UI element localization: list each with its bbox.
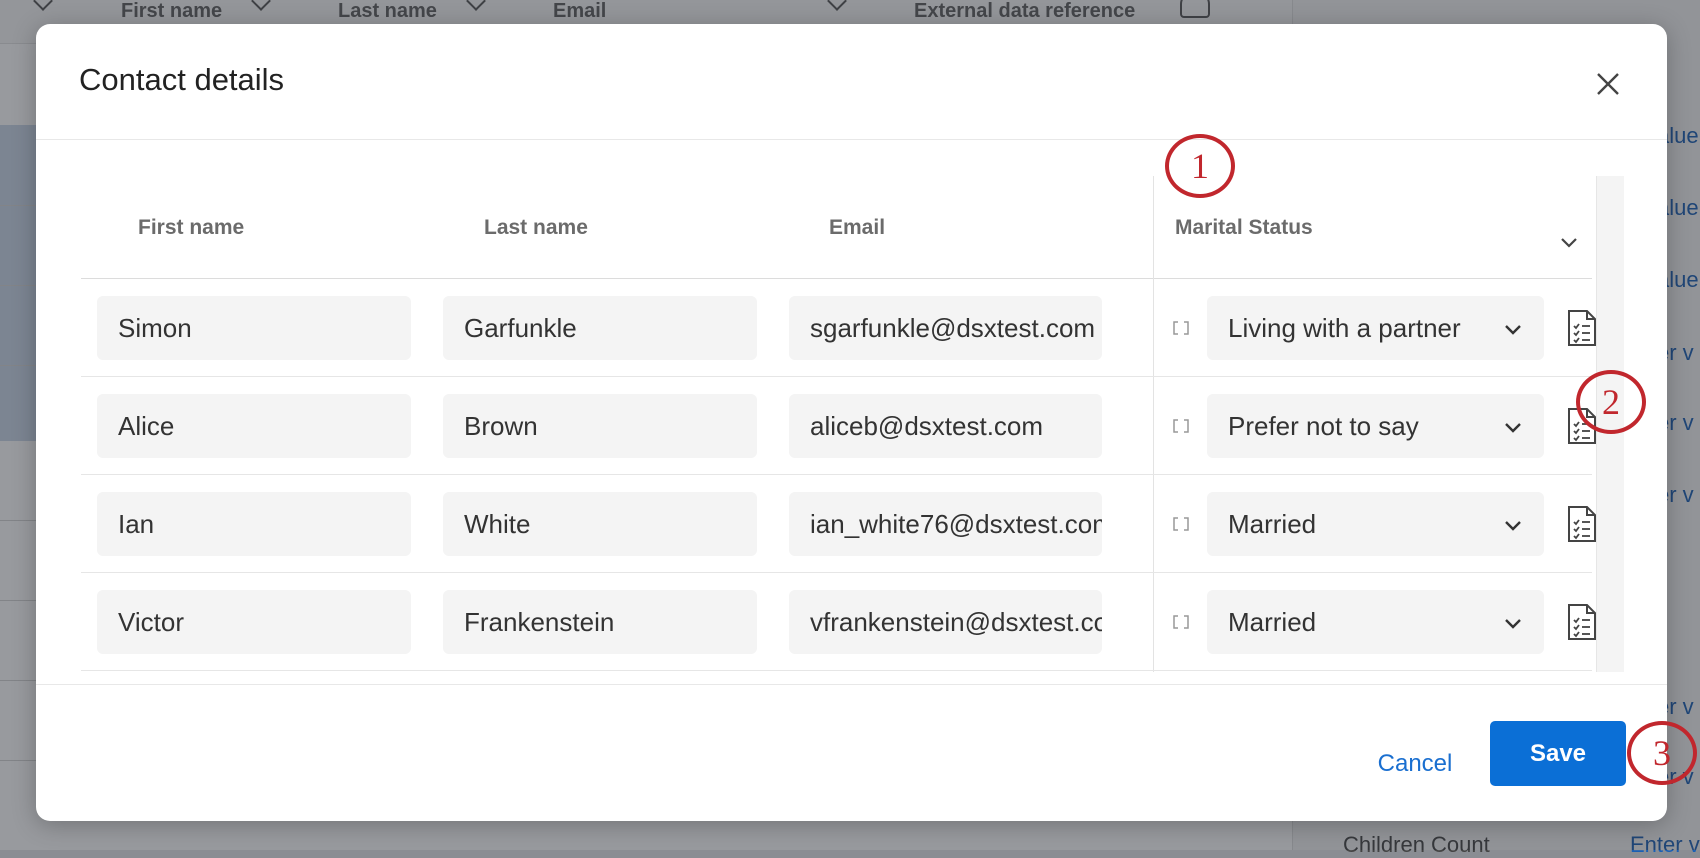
close-icon <box>1597 73 1619 95</box>
selected-value: Living with a partner <box>1228 313 1461 343</box>
table-row: Simon Garfunkle sgarfunkle@dsxtest.com L… <box>81 279 1596 377</box>
marital-status-select[interactable]: Married <box>1207 492 1544 556</box>
callout-2: 2 <box>1576 370 1646 434</box>
footer-divider <box>36 684 1667 685</box>
bracket-icon <box>1173 615 1189 629</box>
chevron-down-icon <box>1505 619 1521 629</box>
header-divider <box>36 139 1667 140</box>
contact-details-modal: Contact details First name Last name Ema… <box>36 24 1667 821</box>
col-header-last-name: Last name <box>484 216 588 239</box>
chevron-down-icon <box>1505 423 1521 433</box>
first-name-field[interactable]: Alice <box>97 394 411 458</box>
callout-1: 1 <box>1165 134 1235 198</box>
marital-status-select[interactable]: Living with a partner <box>1207 296 1544 360</box>
chevron-down-icon <box>1505 521 1521 531</box>
bracket-icon <box>1173 321 1189 335</box>
close-button[interactable] <box>1588 64 1628 104</box>
selected-value: Prefer not to say <box>1228 411 1419 441</box>
document-checklist-icon[interactable] <box>1567 309 1597 347</box>
last-name-field[interactable]: Garfunkle <box>443 296 757 360</box>
cancel-button[interactable]: Cancel <box>1360 740 1470 788</box>
first-name-field[interactable]: Simon <box>97 296 411 360</box>
last-name-field[interactable]: Frankenstein <box>443 590 757 654</box>
marital-status-select[interactable]: Prefer not to say <box>1207 394 1544 458</box>
selected-value: Married <box>1228 607 1317 637</box>
bracket-icon <box>1173 517 1189 531</box>
table-row: Victor Frankenstein vfrankenstein@dsxtes… <box>81 573 1596 671</box>
last-name-field[interactable]: Brown <box>443 394 757 458</box>
marital-status-select[interactable]: Married <box>1207 590 1544 654</box>
callout-3: 3 <box>1627 721 1697 785</box>
email-field[interactable]: vfrankenstein@dsxtest.com <box>789 590 1102 654</box>
first-name-field[interactable]: Ian <box>97 492 411 556</box>
email-field[interactable]: aliceb@dsxtest.com <box>789 394 1102 458</box>
email-field[interactable]: sgarfunkle@dsxtest.com <box>789 296 1102 360</box>
chevron-down-icon[interactable] <box>1557 230 1581 254</box>
col-header-email: Email <box>829 216 886 239</box>
document-checklist-icon[interactable] <box>1567 603 1597 641</box>
table-row: Ian White ian_white76@dsxtest.com Marrie… <box>81 475 1596 573</box>
col-header-first-name: First name <box>138 216 245 239</box>
col-header-marital-status: Marital Status <box>1175 216 1313 239</box>
document-checklist-icon[interactable] <box>1567 505 1597 543</box>
chevron-down-icon <box>1505 325 1521 335</box>
first-name-field[interactable]: Victor <box>97 590 411 654</box>
contacts-table: First name Last name Email Marital Statu… <box>81 176 1596 672</box>
save-button[interactable]: Save <box>1490 721 1626 786</box>
selected-value: Married <box>1228 509 1317 539</box>
email-field[interactable]: ian_white76@dsxtest.com <box>789 492 1102 556</box>
modal-title: Contact details <box>79 62 285 97</box>
table-row: Alice Brown aliceb@dsxtest.com Prefer no… <box>81 377 1596 475</box>
last-name-field[interactable]: White <box>443 492 757 556</box>
bracket-icon <box>1173 419 1189 433</box>
